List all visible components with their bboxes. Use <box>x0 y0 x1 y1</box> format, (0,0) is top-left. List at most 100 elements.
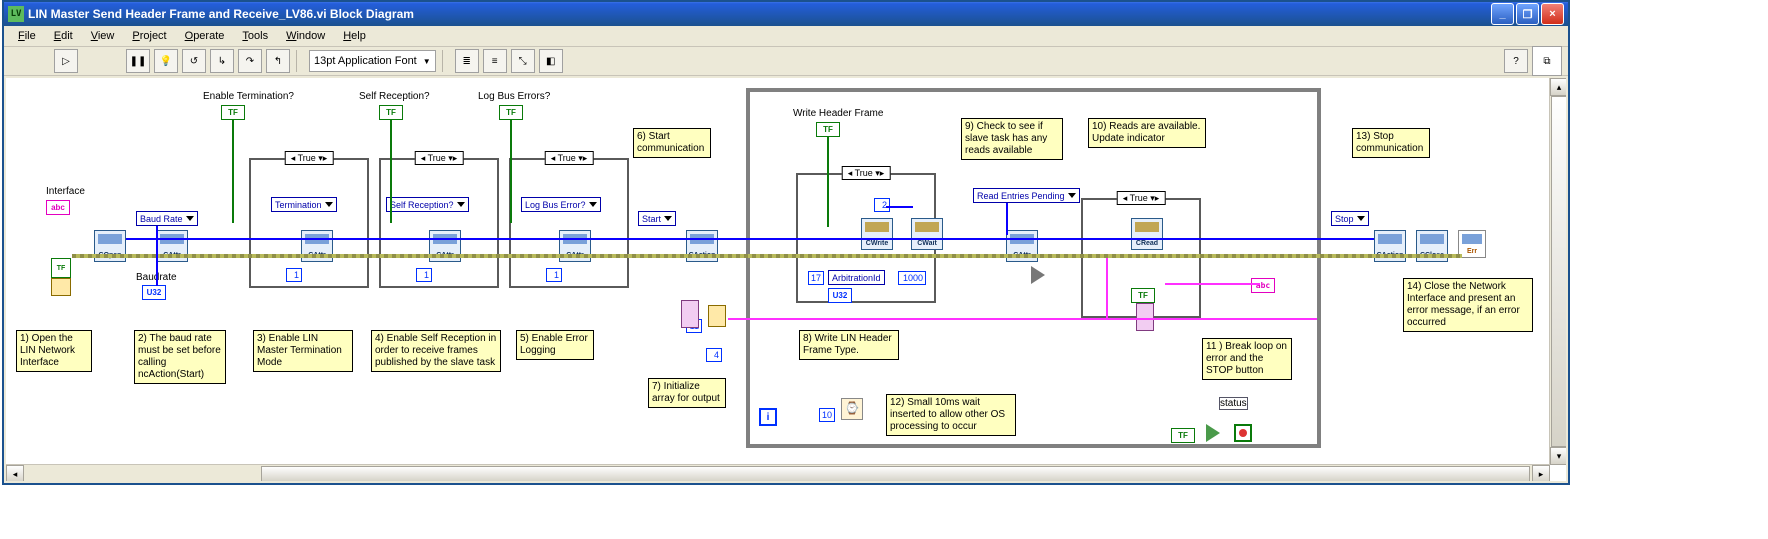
reorder-button[interactable]: ◧ <box>539 49 563 73</box>
attr-readentries[interactable]: Read Entries Pending <box>973 188 1080 203</box>
step-over-button[interactable]: ↷ <box>238 49 262 73</box>
menu-project[interactable]: Project <box>124 29 174 43</box>
attr-selfreception[interactable]: Self Reception? <box>386 197 469 212</box>
attr-start[interactable]: Start <box>638 211 676 226</box>
distribute-objects-button[interactable]: ≡ <box>483 49 507 73</box>
menu-file[interactable]: File <box>10 29 44 43</box>
const-1[interactable]: 1 <box>416 268 432 282</box>
baudrate-terminal[interactable]: U32 <box>142 285 166 300</box>
status-label: status <box>1219 397 1248 410</box>
control-label: Write Header Frame <box>793 108 883 119</box>
menu-operate[interactable]: Operate <box>177 29 233 43</box>
control-label: Log Bus Errors? <box>478 91 550 102</box>
const-17[interactable]: 17 <box>808 271 824 285</box>
titlebar[interactable]: LV LIN Master Send Header Frame and Rece… <box>4 2 1568 26</box>
menubar: File Edit View Project Operate Tools Win… <box>4 26 1568 47</box>
note-8: 8) Write LIN Header Frame Type. <box>799 330 899 360</box>
attr-stop[interactable]: Stop <box>1331 211 1369 226</box>
block-diagram-canvas[interactable]: ◂ True ▾▸ ◂ True ▾▸ ◂ True ▾▸ ◂ True ▾▸ … <box>6 78 1550 465</box>
u32-term[interactable]: U32 <box>828 288 852 303</box>
attr-baudrate[interactable]: Baud Rate <box>136 211 198 226</box>
or-icon <box>1206 424 1220 442</box>
const-tf[interactable]: TF <box>51 258 71 278</box>
log-bus-errors-terminal[interactable]: TF <box>499 105 523 120</box>
case-selector[interactable]: ◂ True ▾▸ <box>415 151 464 165</box>
const-1[interactable]: 1 <box>546 268 562 282</box>
case-selfreception[interactable]: ◂ True ▾▸ <box>379 158 499 288</box>
interface-terminal[interactable]: abc <box>46 200 70 215</box>
note-13: 13) Stop communication <box>1352 128 1430 158</box>
node-ncWait[interactable]: CWait <box>911 218 943 250</box>
diagram-scrollarea: ◂▸ ▴▾ ◂ True ▾▸ ◂ True ▾▸ ◂ True ▾▸ ◂ Tr… <box>6 78 1566 481</box>
case-selector[interactable]: ◂ True ▾▸ <box>285 151 334 165</box>
attr-arbitrationid[interactable]: ArbitrationId <box>828 270 885 285</box>
self-reception-terminal[interactable]: TF <box>379 105 403 120</box>
string-indicator[interactable]: abc <box>1251 278 1275 293</box>
menu-tools[interactable]: Tools <box>234 29 276 43</box>
connector-pane-icon[interactable]: ⧉ <box>1532 46 1562 76</box>
retain-wire-button[interactable]: ↺ <box>182 49 206 73</box>
init-array-node[interactable] <box>708 305 726 327</box>
close-button[interactable]: × <box>1541 3 1564 25</box>
cluster-const[interactable] <box>51 278 71 296</box>
loop-iteration-terminal: i <box>759 408 777 426</box>
vertical-scrollbar[interactable]: ▴▾ <box>1549 78 1566 465</box>
control-label: Interface <box>46 186 85 197</box>
menu-edit[interactable]: Edit <box>46 29 81 43</box>
attr-logbuserror[interactable]: Log Bus Error? <box>521 197 601 212</box>
note-12: 12) Small 10ms wait inserted to allow ot… <box>886 394 1016 436</box>
node-ncWrite[interactable]: CWrite <box>861 218 893 250</box>
horizontal-scrollbar[interactable]: ◂▸ <box>6 464 1550 481</box>
case-logbus[interactable]: ◂ True ▾▸ <box>509 158 629 288</box>
node-ncRead[interactable]: CRead <box>1131 218 1163 250</box>
note-2: 2) The baud rate must be set before call… <box>134 330 226 384</box>
node-simple-error[interactable]: Err <box>1458 230 1486 258</box>
note-10: 10) Reads are available. Update indicato… <box>1088 118 1206 148</box>
note-3: 3) Enable LIN Master Termination Mode <box>253 330 353 372</box>
app-icon: LV <box>8 6 24 22</box>
control-label: Enable Termination? <box>203 91 294 102</box>
highlight-exec-button[interactable]: 💡 <box>154 49 178 73</box>
step-out-button[interactable]: ↰ <box>266 49 290 73</box>
note-9: 9) Check to see if slave task has any re… <box>961 118 1063 160</box>
run-button[interactable]: ▷ <box>54 49 78 73</box>
note-11: 11 ) Break loop on error and the STOP bu… <box>1202 338 1292 380</box>
note-1: 1) Open the LIN Network Interface <box>16 330 92 372</box>
note-7: 7) Initialize array for output <box>648 378 726 408</box>
note-14: 14) Close the Network Interface and pres… <box>1403 278 1533 332</box>
resize-objects-button[interactable]: ⤡ <box>511 49 535 73</box>
toolbar: ▷ ❚❚ 💡 ↺ ↳ ↷ ↰ 13pt Application Font▼ ≣ … <box>4 47 1568 76</box>
context-help-button[interactable]: ? <box>1504 49 1528 73</box>
minimize-button[interactable]: _ <box>1491 3 1514 25</box>
const-1000[interactable]: 1000 <box>898 271 926 285</box>
const-10[interactable]: 10 <box>819 408 835 422</box>
menu-view[interactable]: View <box>83 29 123 43</box>
control-label: Self Reception? <box>359 91 430 102</box>
bundle-node[interactable] <box>681 300 699 328</box>
window-title: LIN Master Send Header Frame and Receive… <box>28 7 414 21</box>
align-objects-button[interactable]: ≣ <box>455 49 479 73</box>
step-into-button[interactable]: ↳ <box>210 49 234 73</box>
index-bundle-node[interactable] <box>1136 303 1154 331</box>
case-selector[interactable]: ◂ True ▾▸ <box>1117 191 1166 205</box>
labview-window: LV LIN Master Send Header Frame and Rece… <box>2 0 1570 485</box>
case-termination[interactable]: ◂ True ▾▸ <box>249 158 369 288</box>
attr-termination[interactable]: Termination <box>271 197 337 212</box>
pause-button[interactable]: ❚❚ <box>126 49 150 73</box>
note-4: 4) Enable Self Reception in order to rec… <box>371 330 501 372</box>
font-selector[interactable]: 13pt Application Font▼ <box>309 50 436 72</box>
menu-help[interactable]: Help <box>335 29 374 43</box>
status-terminal[interactable]: TF <box>1131 288 1155 303</box>
case-selector[interactable]: ◂ True ▾▸ <box>842 166 891 180</box>
enable-termination-terminal[interactable]: TF <box>221 105 245 120</box>
menu-window[interactable]: Window <box>278 29 333 43</box>
stop-button-terminal[interactable]: TF <box>1171 428 1195 443</box>
case-selector[interactable]: ◂ True ▾▸ <box>545 151 594 165</box>
const-1[interactable]: 1 <box>286 268 302 282</box>
note-6: 6) Start communication <box>633 128 711 158</box>
const-4[interactable]: 4 <box>706 348 722 362</box>
const-2[interactable]: 2 <box>874 198 890 212</box>
write-header-terminal[interactable]: TF <box>816 122 840 137</box>
restore-button[interactable]: ❐ <box>1516 3 1539 25</box>
note-5: 5) Enable Error Logging <box>516 330 594 360</box>
